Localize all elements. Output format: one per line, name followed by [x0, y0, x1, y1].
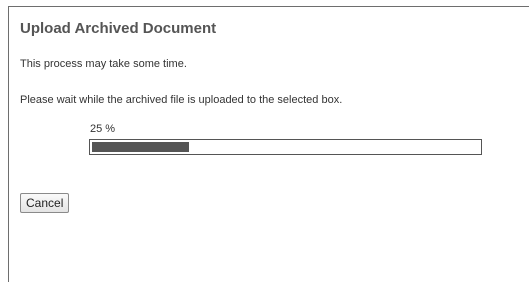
progress-bar-fill [92, 142, 189, 152]
upload-dialog: Upload Archived Document This process ma… [8, 6, 529, 282]
progress-percent-label: 25 % [90, 123, 116, 135]
wait-notice-text: Please wait while the archived file is u… [20, 94, 343, 106]
upload-progress-bar [89, 139, 482, 155]
dialog-title: Upload Archived Document [20, 20, 217, 37]
time-notice-text: This process may take some time. [20, 58, 187, 70]
cancel-button[interactable]: Cancel [20, 193, 70, 213]
